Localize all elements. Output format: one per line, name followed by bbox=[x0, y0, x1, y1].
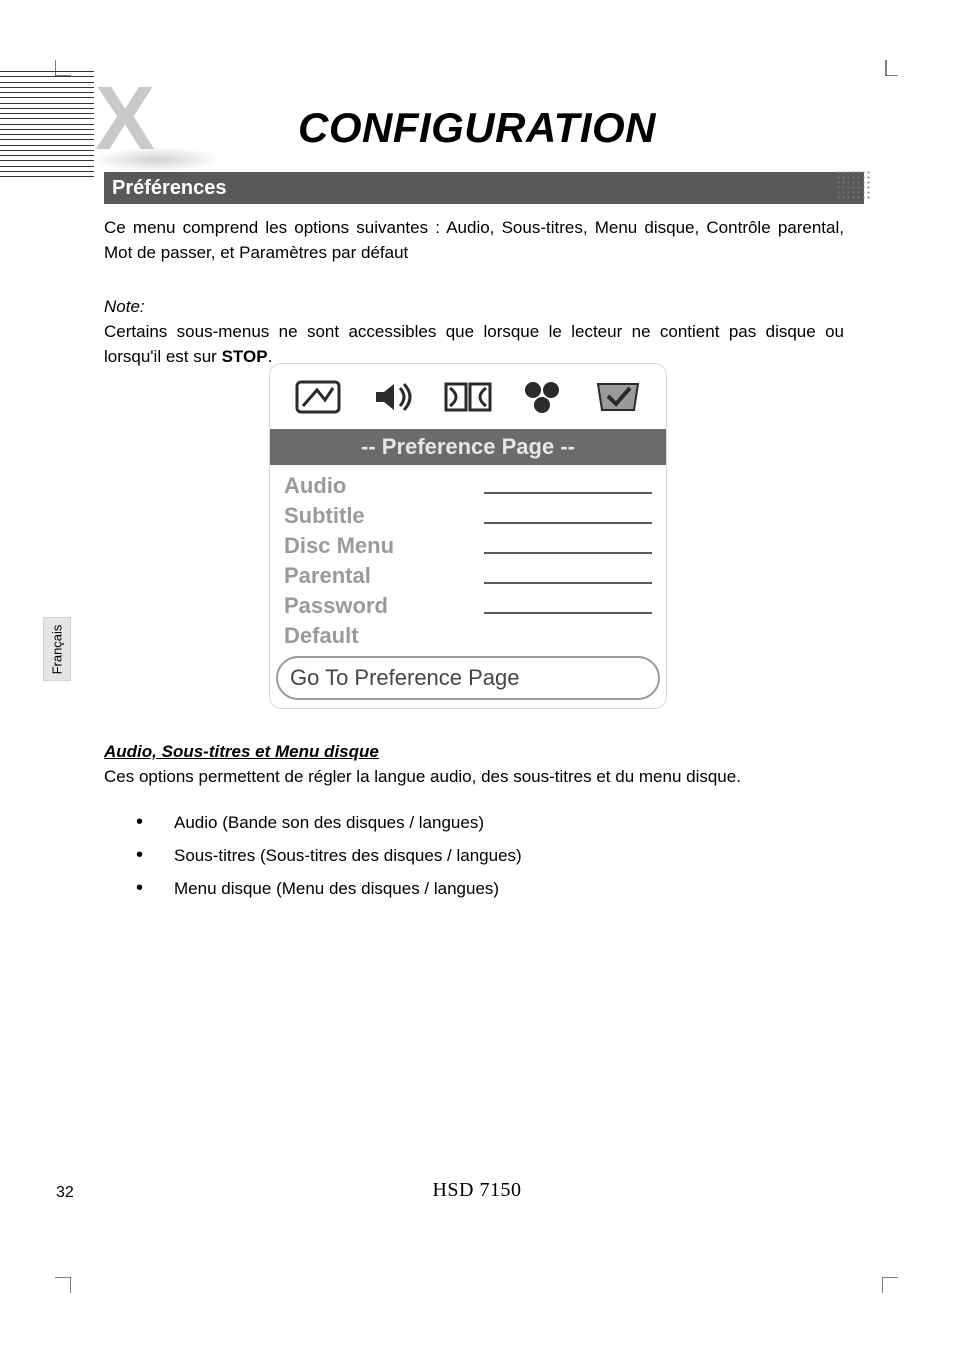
bullet-item: Menu disque (Menu des disques / langues) bbox=[136, 877, 844, 902]
note-text: Certains sous-menus ne sont accessibles … bbox=[104, 320, 844, 369]
osd-item-password: Password bbox=[284, 591, 652, 621]
osd-item-label: Disc Menu bbox=[284, 533, 484, 559]
section-header-label: Préférences bbox=[112, 177, 227, 200]
osd-item-line-icon bbox=[484, 522, 652, 524]
osd-item-subtitle: Subtitle bbox=[284, 501, 652, 531]
osd-item-parental: Parental bbox=[284, 561, 652, 591]
osd-icon-row bbox=[270, 364, 666, 429]
note-label: Note: bbox=[104, 295, 844, 320]
osd-item-label: Parental bbox=[284, 563, 484, 589]
osd-item-audio: Audio bbox=[284, 471, 652, 501]
note-text-before: Certains sous-menus ne sont accessibles … bbox=[104, 322, 844, 366]
dolby-icon bbox=[434, 375, 501, 419]
osd-menu-list: Audio Subtitle Disc Menu Parental Passwo… bbox=[270, 465, 666, 651]
bullet-list: Audio (Bande son des disques / langues) … bbox=[104, 811, 844, 901]
dots-decor-icon bbox=[836, 170, 872, 200]
osd-item-label: Password bbox=[284, 593, 484, 619]
subsection-block: Audio, Sous-titres et Menu disque Ces op… bbox=[104, 740, 844, 909]
page-title: CONFIGURATION bbox=[0, 104, 954, 152]
crop-mark-bl bbox=[55, 1277, 71, 1298]
bullet-item: Sous-titres (Sous-titres des disques / l… bbox=[136, 844, 844, 869]
check-icon bbox=[585, 375, 652, 419]
note-text-after: . bbox=[268, 347, 273, 366]
speaker-icon bbox=[359, 375, 426, 419]
osd-screenshot: -- Preference Page -- Audio Subtitle Dis… bbox=[269, 363, 667, 709]
osd-page-title: -- Preference Page -- bbox=[270, 429, 666, 465]
crop-mark-tr bbox=[882, 60, 898, 81]
osd-item-line-icon bbox=[484, 612, 652, 614]
bullet-item: Audio (Bande son des disques / langues) bbox=[136, 811, 844, 836]
osd-item-label: Subtitle bbox=[284, 503, 484, 529]
osd-item-line-icon bbox=[484, 582, 652, 584]
osd-item-label: Default bbox=[284, 623, 484, 649]
osd-item-disc-menu: Disc Menu bbox=[284, 531, 652, 561]
section-header: Préférences bbox=[104, 172, 864, 204]
crop-mark-br bbox=[882, 1277, 898, 1298]
subsection-title: Audio, Sous-titres et Menu disque bbox=[104, 740, 844, 765]
osd-item-label: Audio bbox=[284, 473, 484, 499]
intro-content: Ce menu comprend les options suivantes :… bbox=[104, 216, 844, 369]
language-tab-label: Français bbox=[50, 624, 65, 674]
display-icon bbox=[284, 375, 351, 419]
note-bold: STOP bbox=[222, 347, 268, 366]
osd-item-line-icon bbox=[484, 492, 652, 494]
osd-item-line-icon bbox=[484, 552, 652, 554]
intro-paragraph: Ce menu comprend les options suivantes :… bbox=[104, 216, 844, 265]
footer-model: HЅD 7150 bbox=[0, 1179, 954, 1202]
osd-goto-bar: Go To Preference Page bbox=[276, 656, 660, 700]
language-tab: Français bbox=[43, 617, 71, 681]
subsection-desc: Ces options permettent de régler la lang… bbox=[104, 765, 844, 790]
osd-item-default: Default bbox=[284, 621, 652, 651]
video-icon bbox=[510, 375, 577, 419]
